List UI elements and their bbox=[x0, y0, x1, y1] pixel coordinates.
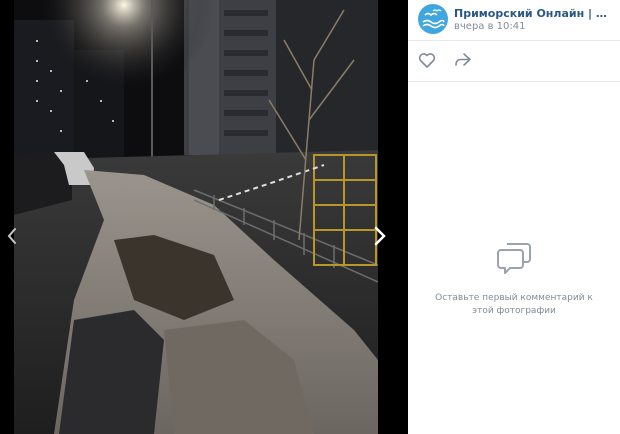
photo[interactable] bbox=[14, 0, 378, 434]
comment-bubbles-icon bbox=[497, 243, 531, 274]
divider bbox=[408, 81, 620, 82]
share-arrow-icon bbox=[455, 53, 471, 66]
photo-sidebar: Приморский Онлайн | Новости н... вчера в… bbox=[408, 0, 620, 434]
post-actions bbox=[408, 46, 620, 76]
photo-viewer bbox=[0, 0, 408, 434]
post-author-link[interactable]: Приморский Онлайн | Новости н... bbox=[454, 7, 616, 20]
comments-empty-state: Оставьте первый комментарий к этой фотог… bbox=[408, 240, 620, 318]
share-button[interactable] bbox=[454, 52, 472, 72]
previous-photo-button[interactable] bbox=[0, 218, 24, 254]
chevron-left-icon bbox=[7, 228, 16, 244]
next-photo-button[interactable] bbox=[368, 218, 392, 254]
avatar[interactable] bbox=[418, 4, 448, 34]
divider bbox=[408, 40, 620, 41]
empty-comments-text: Оставьте первый комментарий к этой фотог… bbox=[435, 293, 593, 316]
seagull-wave-logo-icon bbox=[422, 9, 445, 29]
like-button[interactable] bbox=[418, 52, 436, 72]
post-time[interactable]: вчера в 10:41 bbox=[454, 21, 526, 32]
heart-icon bbox=[418, 53, 436, 68]
post-header: Приморский Онлайн | Новости н... вчера в… bbox=[408, 0, 620, 40]
chevron-right-icon bbox=[374, 226, 386, 246]
night-street-photo bbox=[14, 0, 378, 434]
